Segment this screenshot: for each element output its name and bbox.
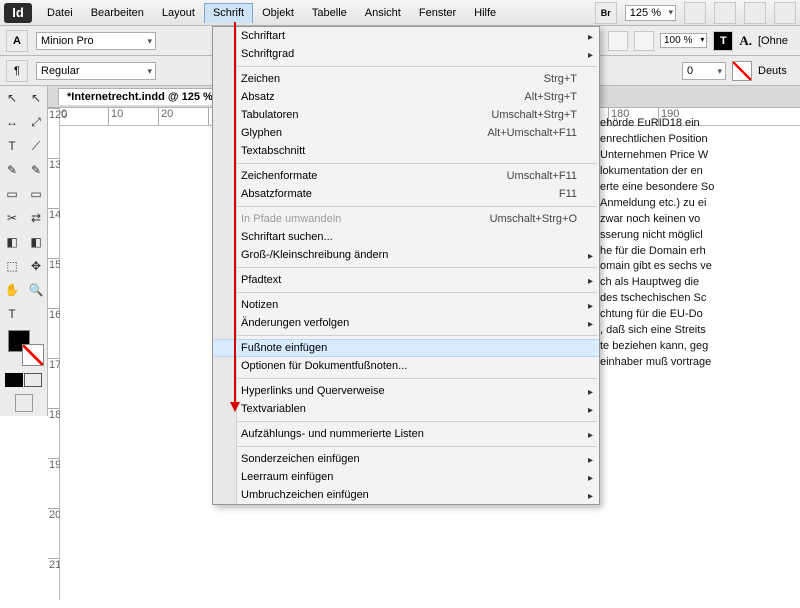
menu-ansicht[interactable]: Ansicht xyxy=(356,3,410,23)
tool-11[interactable]: ⇄ xyxy=(24,206,48,230)
menu-datei[interactable]: Datei xyxy=(38,3,82,23)
apply-none-icon[interactable] xyxy=(24,373,42,387)
tool-18[interactable]: T xyxy=(0,302,24,326)
menuitem-9[interactable]: ZeichenformateUmschalt+F11 xyxy=(213,167,599,185)
menuitem-21[interactable]: Fußnote einfügen xyxy=(213,339,599,357)
menu-objekt[interactable]: Objekt xyxy=(253,3,303,23)
numeric-combo[interactable]: 0 xyxy=(682,62,726,80)
submenu-arrow-icon: ▸ xyxy=(588,50,593,61)
scale-y-icon[interactable] xyxy=(634,31,654,51)
tool-1[interactable]: ↖ xyxy=(24,86,48,110)
menuitem-25[interactable]: Textvariablen▸ xyxy=(213,400,599,418)
tools-panel: ↖↖↔⤢T⟋✎✎▭▭✂⇄◧◧⬚✥✋🔍T xyxy=(0,86,48,416)
annotation-arrow xyxy=(231,22,240,412)
charstyle-icon: A. xyxy=(739,33,752,49)
menu-fenster[interactable]: Fenster xyxy=(410,3,465,23)
tool-6[interactable]: ✎ xyxy=(0,158,24,182)
menuitem-19[interactable]: Änderungen verfolgen▸ xyxy=(213,314,599,332)
viewmode-icon-3[interactable] xyxy=(744,2,766,24)
scale-pct[interactable]: 100 % xyxy=(660,33,707,48)
menuitem-4[interactable]: AbsatzAlt+Strg+T xyxy=(213,88,599,106)
menuitem-14[interactable]: Groß-/Kleinschreibung ändern▸ xyxy=(213,246,599,264)
tool-9[interactable]: ▭ xyxy=(24,182,48,206)
menuitem-27[interactable]: Aufzählungs- und nummerierte Listen▸ xyxy=(213,425,599,443)
submenu-arrow-icon: ▸ xyxy=(588,455,593,466)
tool-12[interactable]: ◧ xyxy=(0,230,24,254)
tool-13[interactable]: ◧ xyxy=(24,230,48,254)
stroke-swatch[interactable] xyxy=(22,344,44,366)
tool-2[interactable]: ↔ xyxy=(0,110,24,134)
menu-hilfe[interactable]: Hilfe xyxy=(465,3,505,23)
menu-layout[interactable]: Layout xyxy=(153,3,204,23)
text-fill-icon[interactable]: T xyxy=(713,31,733,51)
menuitem-0[interactable]: Schriftart▸ xyxy=(213,27,599,45)
viewmode-icon-2[interactable] xyxy=(714,2,736,24)
apply-color-icon[interactable] xyxy=(5,373,23,387)
language-label: Deuts xyxy=(758,65,794,77)
document-tab[interactable]: *Internetrecht.indd @ 125 % xyxy=(58,88,222,105)
viewmode-icon-4[interactable] xyxy=(774,2,796,24)
bridge-icon[interactable]: Br xyxy=(595,2,617,24)
menuitem-30[interactable]: Leerraum einfügen▸ xyxy=(213,468,599,486)
menuitem-22[interactable]: Optionen für Dokumentfußnoten... xyxy=(213,357,599,375)
zoom-combo[interactable]: 125 % xyxy=(625,5,676,21)
tool-8[interactable]: ▭ xyxy=(0,182,24,206)
menuitem-24[interactable]: Hyperlinks und Querverweise▸ xyxy=(213,382,599,400)
submenu-arrow-icon: ▸ xyxy=(588,319,593,330)
submenu-arrow-icon: ▸ xyxy=(588,301,593,312)
submenu-arrow-icon: ▸ xyxy=(588,491,593,502)
submenu-arrow-icon: ▸ xyxy=(588,32,593,43)
tool-5[interactable]: ⟋ xyxy=(24,134,48,158)
submenu-arrow-icon: ▸ xyxy=(588,430,593,441)
tool-15[interactable]: ✥ xyxy=(24,254,48,278)
menu-bar: Id Datei Bearbeiten Layout Schrift Objek… xyxy=(0,0,800,26)
tool-4[interactable]: T xyxy=(0,134,24,158)
schrift-dropdown: Schriftart▸Schriftgrad▸ZeichenStrg+TAbsa… xyxy=(212,26,600,505)
tool-17[interactable]: 🔍 xyxy=(24,278,48,302)
menuitem-12: In Pfade umwandelnUmschalt+Strg+O xyxy=(213,210,599,228)
scale-x-icon[interactable] xyxy=(608,31,628,51)
menuitem-29[interactable]: Sonderzeichen einfügen▸ xyxy=(213,450,599,468)
menuitem-7[interactable]: Textabschnitt xyxy=(213,142,599,160)
submenu-arrow-icon: ▸ xyxy=(588,405,593,416)
vertical-ruler: 120130140150160170180190200210 xyxy=(48,108,60,600)
menuitem-5[interactable]: TabulatorenUmschalt+Strg+T xyxy=(213,106,599,124)
app-logo: Id xyxy=(4,3,32,23)
menuitem-16[interactable]: Pfadtext▸ xyxy=(213,271,599,289)
paragraph-mode-icon[interactable]: ¶ xyxy=(6,60,28,82)
menuitem-18[interactable]: Notizen▸ xyxy=(213,296,599,314)
menu-bearbeiten[interactable]: Bearbeiten xyxy=(82,3,153,23)
tool-14[interactable]: ⬚ xyxy=(0,254,24,278)
menuitem-13[interactable]: Schriftart suchen... xyxy=(213,228,599,246)
menuitem-31[interactable]: Umbruchzeichen einfügen▸ xyxy=(213,486,599,504)
menuitem-3[interactable]: ZeichenStrg+T xyxy=(213,70,599,88)
tool-0[interactable]: ↖ xyxy=(0,86,24,110)
tool-16[interactable]: ✋ xyxy=(0,278,24,302)
submenu-arrow-icon: ▸ xyxy=(588,251,593,262)
font-weight-combo[interactable]: Regular xyxy=(36,62,156,80)
submenu-arrow-icon: ▸ xyxy=(588,276,593,287)
submenu-arrow-icon: ▸ xyxy=(588,473,593,484)
color-swatch-box[interactable] xyxy=(4,330,44,366)
font-family-combo[interactable]: Minion Pro xyxy=(36,32,156,50)
tool-7[interactable]: ✎ xyxy=(24,158,48,182)
submenu-arrow-icon: ▸ xyxy=(588,387,593,398)
menuitem-10[interactable]: AbsatzformateF11 xyxy=(213,185,599,203)
menuitem-1[interactable]: Schriftgrad▸ xyxy=(213,45,599,63)
character-mode-icon[interactable]: A xyxy=(6,30,28,52)
text-stroke-swatch[interactable] xyxy=(732,61,752,81)
menu-schrift[interactable]: Schrift xyxy=(204,3,253,23)
charstyle-label: [Ohne xyxy=(758,35,794,47)
tool-10[interactable]: ✂ xyxy=(0,206,24,230)
viewmode-icon-1[interactable] xyxy=(684,2,706,24)
menu-tabelle[interactable]: Tabelle xyxy=(303,3,356,23)
tool-3[interactable]: ⤢ xyxy=(24,110,48,134)
menuitem-6[interactable]: GlyphenAlt+Umschalt+F11 xyxy=(213,124,599,142)
text-frame[interactable]: ehörde EuRID18 einenrechtlichen Position… xyxy=(600,116,800,371)
screenmode-icon[interactable] xyxy=(15,394,33,412)
